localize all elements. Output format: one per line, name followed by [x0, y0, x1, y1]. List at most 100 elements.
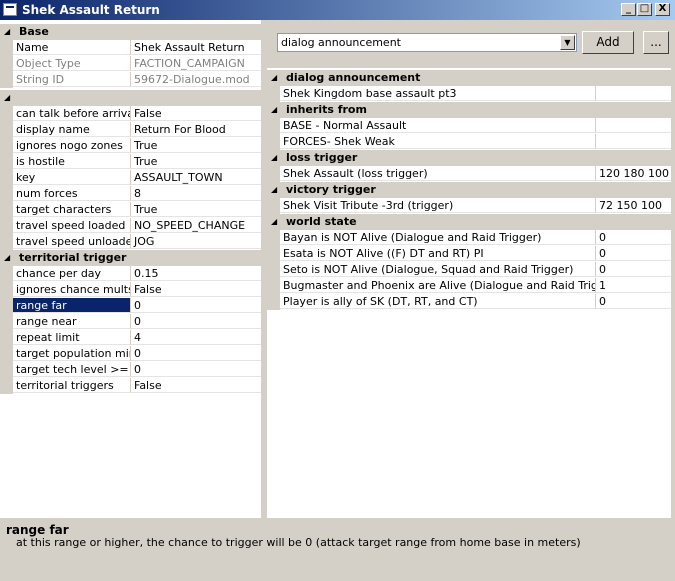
property-value[interactable]: True [130, 138, 261, 153]
property-row[interactable]: is hostile True [0, 154, 261, 170]
property-row[interactable]: travel speed loaded NO_SPEED_CHANGE [0, 218, 261, 234]
collapse-arrow-icon[interactable]: ◢ [4, 253, 10, 262]
property-value[interactable]: Shek Assault Return [130, 40, 261, 55]
property-name[interactable]: Shek Kingdom base assault pt3 [280, 86, 595, 101]
property-row[interactable]: target tech level >= 0 [0, 362, 261, 378]
property-value[interactable]: 4 [130, 330, 261, 345]
property-row[interactable]: target population min 0 [0, 346, 261, 362]
add-button[interactable]: Add [582, 31, 634, 54]
property-name[interactable]: can talk before arrival [13, 106, 130, 121]
property-value[interactable]: 0 [595, 294, 671, 309]
property-name[interactable]: is hostile [13, 154, 130, 169]
collapse-arrow-icon[interactable]: ◢ [271, 185, 277, 194]
collapse-arrow-icon[interactable]: ◢ [4, 93, 10, 102]
property-name[interactable]: Bayan is NOT Alive (Dialogue and Raid Tr… [280, 230, 595, 245]
property-name[interactable]: BASE - Normal Assault [280, 118, 595, 133]
collapse-arrow-icon[interactable]: ◢ [271, 73, 277, 82]
property-row[interactable]: Name Shek Assault Return [0, 40, 261, 56]
property-name[interactable]: Name [13, 40, 130, 55]
property-name[interactable]: key [13, 170, 130, 185]
property-row[interactable]: Shek Visit Tribute -3rd (trigger) 72 150 … [267, 198, 671, 214]
chevron-down-icon[interactable]: ▼ [560, 35, 575, 50]
property-name[interactable]: range far [13, 298, 130, 313]
category-dialog-announcement[interactable]: ◢ dialog announcement [267, 70, 671, 86]
property-row[interactable]: Object Type FACTION_CAMPAIGN [0, 56, 261, 72]
property-value[interactable]: 8 [130, 186, 261, 201]
property-value[interactable]: ASSAULT_TOWN [130, 170, 261, 185]
property-name[interactable]: range near [13, 314, 130, 329]
property-value[interactable]: NO_SPEED_CHANGE [130, 218, 261, 233]
property-value[interactable]: 0 [130, 314, 261, 329]
property-name[interactable]: Seto is NOT Alive (Dialogue, Squad and R… [280, 262, 595, 277]
category-base[interactable]: ◢ Base [0, 24, 261, 40]
property-row[interactable]: can talk before arrival False [0, 106, 261, 122]
property-value[interactable] [595, 86, 671, 101]
property-name[interactable]: repeat limit [13, 330, 130, 345]
property-name[interactable]: ignores nogo zones [13, 138, 130, 153]
property-row[interactable]: travel speed unloaded JOG [0, 234, 261, 250]
property-name[interactable]: ignores chance mults [13, 282, 130, 297]
property-value[interactable]: 0 [595, 230, 671, 245]
category-victory-trigger[interactable]: ◢ victory trigger [267, 182, 671, 198]
category-world-state[interactable]: ◢ world state [267, 214, 671, 230]
property-value[interactable] [595, 118, 671, 133]
collapse-arrow-icon[interactable]: ◢ [271, 105, 277, 114]
property-name[interactable]: target population min [13, 346, 130, 361]
property-value[interactable]: 0 [130, 298, 261, 313]
property-row[interactable]: repeat limit 4 [0, 330, 261, 346]
property-row[interactable]: num forces 8 [0, 186, 261, 202]
property-name[interactable]: FORCES- Shek Weak [280, 134, 595, 149]
property-row[interactable]: FORCES- Shek Weak [267, 134, 671, 150]
property-row[interactable]: BASE - Normal Assault [267, 118, 671, 134]
category-inherits-from[interactable]: ◢ inherits from [267, 102, 671, 118]
property-row[interactable]: display name Return For Blood [0, 122, 261, 138]
property-name[interactable]: num forces [13, 186, 130, 201]
property-name[interactable]: Player is ally of SK (DT, RT, and CT) [280, 294, 595, 309]
property-value[interactable]: 0 [130, 362, 261, 377]
more-button[interactable]: ... [643, 31, 669, 54]
property-name[interactable]: target characters [13, 202, 130, 217]
property-row[interactable]: Bayan is NOT Alive (Dialogue and Raid Tr… [267, 230, 671, 246]
property-value[interactable]: FACTION_CAMPAIGN [130, 56, 261, 71]
property-value[interactable]: 120 180 100 [595, 166, 671, 181]
property-value[interactable]: False [130, 106, 261, 121]
maximize-button[interactable]: □ [637, 3, 652, 16]
property-value[interactable]: 1 [595, 278, 671, 293]
property-name[interactable]: Shek Visit Tribute -3rd (trigger) [280, 198, 595, 213]
property-row[interactable]: Shek Assault (loss trigger) 120 180 100 [267, 166, 671, 182]
right-property-grid[interactable]: ◢ dialog announcement Shek Kingdom base as… [267, 68, 671, 518]
minimize-button[interactable]: _ [621, 3, 636, 16]
property-row[interactable]: Player is ally of SK (DT, RT, and CT) 0 [267, 294, 671, 310]
property-row[interactable]: range far 0 [0, 298, 261, 314]
property-name[interactable]: display name [13, 122, 130, 137]
property-row[interactable]: String ID 59672-Dialogue.mod [0, 72, 261, 88]
property-value[interactable]: 0 [595, 246, 671, 261]
property-name[interactable]: String ID [13, 72, 130, 87]
property-value[interactable]: True [130, 202, 261, 217]
collapse-arrow-icon[interactable]: ◢ [4, 27, 10, 36]
property-value[interactable]: 0 [595, 262, 671, 277]
property-row[interactable]: Seto is NOT Alive (Dialogue, Squad and R… [267, 262, 671, 278]
property-value[interactable]: False [130, 282, 261, 297]
property-row[interactable]: Shek Kingdom base assault pt3 [267, 86, 671, 102]
category-territorial-trigger[interactable]: ◢ territorial trigger [0, 250, 261, 266]
category-misc[interactable]: ◢ [0, 90, 261, 106]
property-name[interactable]: Esata is NOT Alive ((F) DT and RT) PI [280, 246, 595, 261]
property-row[interactable]: ignores nogo zones True [0, 138, 261, 154]
property-row[interactable]: chance per day 0.15 [0, 266, 261, 282]
property-row[interactable]: range near 0 [0, 314, 261, 330]
collapse-arrow-icon[interactable]: ◢ [271, 153, 277, 162]
property-row[interactable]: Bugmaster and Phoenix are Alive (Dialogu… [267, 278, 671, 294]
property-name[interactable]: target tech level >= [13, 362, 130, 377]
property-row[interactable]: Esata is NOT Alive ((F) DT and RT) PI 0 [267, 246, 671, 262]
dialog-type-combo[interactable]: dialog announcement ▼ [277, 33, 577, 52]
property-name[interactable]: travel speed unloaded [13, 234, 130, 249]
property-name[interactable]: chance per day [13, 266, 130, 281]
property-row[interactable]: target characters True [0, 202, 261, 218]
category-loss-trigger[interactable]: ◢ loss trigger [267, 150, 671, 166]
property-value[interactable]: 0 [130, 346, 261, 361]
property-value[interactable]: 0.15 [130, 266, 261, 281]
property-name[interactable]: travel speed loaded [13, 218, 130, 233]
property-value[interactable]: JOG [130, 234, 261, 249]
property-name[interactable]: Object Type [13, 56, 130, 71]
